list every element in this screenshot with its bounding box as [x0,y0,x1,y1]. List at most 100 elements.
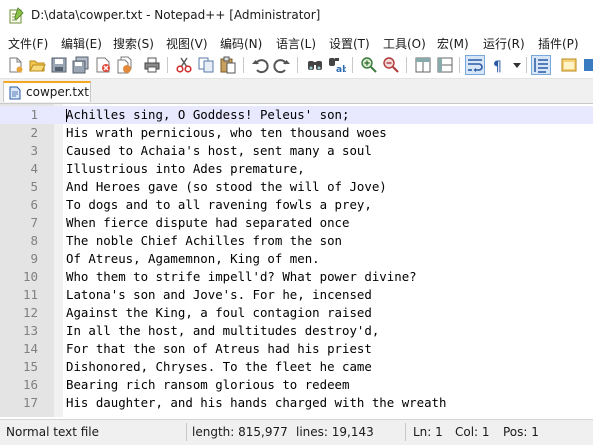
editor-line[interactable]: 10 Who them to strife impell'd? What powe… [0,268,593,286]
line-text[interactable]: Who them to strife impell'd? What power … [66,268,417,286]
editor-line[interactable]: 13 In all the host, and multitudes destro… [0,322,593,340]
editor-line[interactable]: 12 Against the King, a foul contagion rai… [0,304,593,322]
line-text[interactable]: In all the host, and multitudes destroy'… [66,322,379,340]
menu-edit[interactable]: 编辑(E) [61,35,102,52]
close-icon[interactable] [94,56,112,74]
find-icon[interactable] [306,56,324,74]
toolbar: ab ¶ [0,52,593,79]
editor-line[interactable]: 2 His wrath pernicious, who ten thousand … [0,124,593,142]
new-file-icon[interactable] [6,56,24,74]
toolbar-separator [526,57,527,73]
status-length: length: 815,977 [192,425,288,439]
editor-line[interactable]: 9 Of Atreus, Agamemnon, King of men. [0,250,593,268]
zoom-out-icon[interactable] [382,56,400,74]
line-number: 6 [30,197,38,212]
editor-line[interactable]: 6 To dogs and to all ravening fowls a pre… [0,196,593,214]
editor-line[interactable]: 16 Bearing rich ransom glorious to redeem [0,376,593,394]
sync-vertical-icon[interactable] [414,56,432,74]
copy-icon[interactable] [197,56,215,74]
status-pos: Pos: 1 [503,425,539,439]
svg-text:ab: ab [336,65,346,74]
toolbar-separator [352,57,353,73]
menu-file[interactable]: 文件(F) [8,35,48,52]
menu-macro[interactable]: 宏(M) [437,35,469,52]
editor-line[interactable]: 15 Dishonored, Chryses. To the fleet he c… [0,358,593,376]
line-number: 3 [30,143,38,158]
replace-icon[interactable]: ab [328,56,346,74]
menu-search[interactable]: 搜索(S) [113,35,154,52]
paste-icon[interactable] [219,56,237,74]
toolbar-separator [459,57,460,73]
line-text[interactable]: Bearing rich ransom glorious to redeem [66,376,349,394]
line-number: 16 [22,377,38,392]
word-wrap-icon[interactable] [465,55,485,75]
line-text[interactable]: Caused to Achaia's host, sent many a sou… [66,142,372,160]
toolbar-overflow-icon[interactable] [583,56,593,74]
menu-bar: 文件(F) 编辑(E) 搜索(S) 视图(V) 编码(N) 语言(L) 设置(T… [0,32,593,52]
editor-line[interactable]: 11 Latona's son and Jove's. For he, incen… [0,286,593,304]
tab-strip: cowper.txt [0,79,593,104]
line-number: 11 [22,287,38,302]
line-text[interactable]: His daughter, and his hands charged with… [66,394,446,412]
line-number: 8 [30,233,38,248]
editor-line[interactable]: 4 Illustrious into Ades premature, [0,160,593,178]
print-icon[interactable] [143,56,161,74]
sync-horizontal-icon[interactable] [436,56,454,74]
line-number: 15 [22,359,38,374]
line-text[interactable]: For that the son of Atreus had his pries… [66,340,372,358]
menu-run[interactable]: 运行(R) [483,35,525,52]
menu-plugins[interactable]: 插件(P) [538,35,579,52]
svg-text:¶: ¶ [493,59,502,74]
line-text[interactable]: The noble Chief Achilles from the son [66,232,342,250]
save-all-icon[interactable] [72,56,90,74]
menu-tools[interactable]: 工具(O) [383,35,426,52]
save-icon[interactable] [50,56,68,74]
open-file-icon[interactable] [28,56,46,74]
editor-line[interactable]: 7 When fierce dispute had separated once [0,214,593,232]
line-number: 2 [30,125,38,140]
menu-encoding[interactable]: 编码(N) [220,35,262,52]
editor-line[interactable]: 3 Caused to Achaia's host, sent many a so… [0,142,593,160]
line-text[interactable]: Latona's son and Jove's. For he, incense… [66,286,372,304]
tab-cowper-txt[interactable]: cowper.txt [3,81,91,102]
editor-line[interactable]: 17 His daughter, and his hands charged wi… [0,394,593,412]
window-title: D:\data\cowper.txt - Notepad++ [Administ… [31,8,321,22]
show-all-characters-icon[interactable]: ¶ [490,56,508,74]
dropdown-icon[interactable] [511,56,523,74]
close-all-icon[interactable] [116,56,134,74]
line-number: 10 [22,269,38,284]
editor-line[interactable]: 1 Achilles sing, O Goddess! Peleus' son; [0,106,593,124]
line-text[interactable]: Against the King, a foul contagion raise… [66,304,372,322]
text-editor[interactable]: 1 Achilles sing, O Goddess! Peleus' son; 2… [0,104,593,417]
toolbar-separator [297,57,298,73]
line-text[interactable]: Illustrious into Ades premature, [66,160,305,178]
toolbar-separator [406,57,407,73]
line-number: 7 [30,215,38,230]
menu-view[interactable]: 视图(V) [166,35,208,52]
line-text[interactable]: And Heroes gave (so stood the will of Jo… [66,178,387,196]
folder-icon[interactable] [560,56,578,74]
cut-icon[interactable] [175,56,193,74]
line-text[interactable]: Achilles sing, O Goddess! Peleus' son; [66,106,349,124]
undo-icon[interactable] [251,56,269,74]
editor-line[interactable]: 14 For that the son of Atreus had his pri… [0,340,593,358]
editor-line[interactable]: 8 The noble Chief Achilles from the son [0,232,593,250]
indent-guide-icon[interactable] [531,55,551,75]
editor-line[interactable]: 5 And Heroes gave (so stood the will of J… [0,178,593,196]
toolbar-separator [167,57,168,73]
menu-settings[interactable]: 设置(T) [329,35,370,52]
line-text[interactable]: When fierce dispute had separated once [66,214,349,232]
line-text[interactable]: Of Atreus, Agamemnon, King of men. [66,250,320,268]
line-number: 1 [30,107,38,122]
file-icon [9,86,21,100]
line-text[interactable]: Dishonored, Chryses. To the fleet he cam… [66,358,372,376]
redo-icon[interactable] [273,56,291,74]
line-text[interactable]: His wrath pernicious, who ten thousand w… [66,124,387,142]
line-number: 17 [22,395,38,410]
line-number: 13 [22,323,38,338]
zoom-in-icon[interactable] [360,56,378,74]
line-text[interactable]: To dogs and to all ravening fowls a prey… [66,196,372,214]
status-separator [405,423,406,441]
status-col: Col: 1 [455,425,490,439]
menu-language[interactable]: 语言(L) [276,35,316,52]
